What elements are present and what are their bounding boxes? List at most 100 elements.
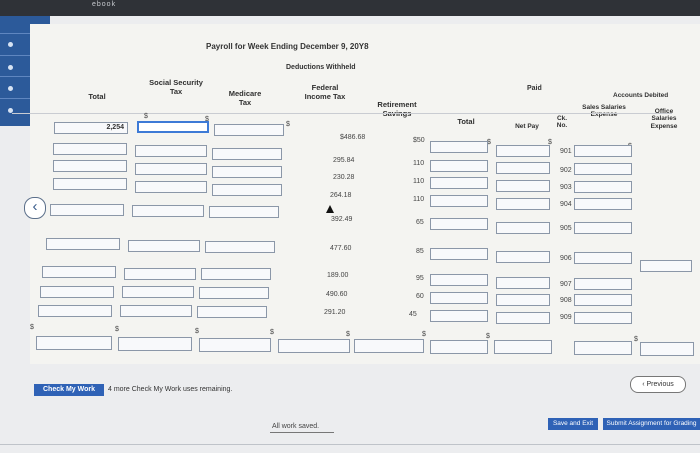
sales-salaries-input[interactable]: [574, 252, 632, 264]
federal-income-tax-header: Federal Income Tax: [304, 83, 346, 101]
medicare-input[interactable]: [212, 148, 282, 160]
retirement-value: 110: [413, 178, 425, 185]
total-header: Total: [88, 92, 106, 101]
retirement-value: 45: [409, 311, 417, 318]
deductions-total-input[interactable]: [430, 177, 488, 189]
accounts-debited-label: Accounts Debited: [613, 92, 669, 99]
medicare-header: Medicare Tax: [228, 89, 262, 107]
total-input[interactable]: [38, 305, 112, 317]
deductions-total-input[interactable]: [430, 160, 488, 172]
medicare-input[interactable]: [212, 184, 282, 196]
social-security-input[interactable]: [135, 181, 207, 193]
retirement-value: 60: [416, 293, 424, 300]
medicare-input[interactable]: [214, 124, 284, 136]
net-pay-header: Net Pay: [515, 123, 539, 130]
deductions-total-input[interactable]: [430, 292, 488, 304]
retirement-value: 65: [416, 219, 424, 226]
social-security-input[interactable]: [137, 121, 209, 133]
total-input[interactable]: [42, 266, 116, 278]
sales-salaries-input[interactable]: [574, 294, 632, 306]
deductions-total-input[interactable]: [430, 141, 488, 153]
social-security-input[interactable]: [128, 240, 200, 252]
deductions-total-input[interactable]: [430, 195, 488, 207]
federal-tax-value: $486.68: [340, 134, 366, 141]
medicare-input[interactable]: [205, 241, 275, 253]
total-input[interactable]: [53, 143, 127, 155]
federal-tax-value: 392.49: [331, 216, 353, 223]
social-security-sum-input[interactable]: [118, 337, 192, 351]
rail-item-icon[interactable]: [8, 65, 13, 70]
office-salaries-expense-header: Office Salaries Expense: [650, 108, 678, 130]
medicare-input[interactable]: [212, 166, 282, 178]
net-pay-input[interactable]: [496, 277, 550, 289]
total-input[interactable]: [40, 286, 114, 298]
net-pay-input[interactable]: [496, 198, 550, 210]
social-security-input[interactable]: [122, 286, 194, 298]
check-number: 903: [560, 184, 572, 191]
medicare-input[interactable]: [197, 306, 267, 318]
social-security-input[interactable]: [120, 305, 192, 317]
dollar-sign: $: [115, 326, 119, 333]
total-input[interactable]: [53, 160, 127, 172]
check-number: 909: [560, 314, 572, 321]
office-salaries-input[interactable]: [640, 260, 692, 272]
net-pay-input[interactable]: [496, 251, 550, 263]
social-security-input[interactable]: [135, 145, 207, 157]
sales-salaries-input[interactable]: [574, 222, 632, 234]
retirement-sum-input[interactable]: [354, 339, 424, 353]
chevron-left-icon[interactable]: ‹: [24, 197, 46, 219]
total-input[interactable]: [50, 204, 124, 216]
social-security-input[interactable]: [135, 163, 207, 175]
dollar-sign: $: [634, 336, 638, 343]
net-pay-input[interactable]: [496, 312, 550, 324]
sales-salaries-input[interactable]: [574, 181, 632, 193]
social-security-input[interactable]: [132, 205, 204, 217]
total-input[interactable]: [53, 178, 127, 190]
net-pay-input[interactable]: [496, 162, 550, 174]
save-and-exit-button[interactable]: Save and Exit: [548, 418, 598, 430]
federal-tax-value: 291.20: [324, 309, 346, 316]
net-pay-input[interactable]: [496, 294, 550, 306]
sales-salaries-sum-input[interactable]: [574, 341, 632, 355]
social-security-header: Social Security Tax: [149, 78, 203, 96]
dollar-sign: $: [270, 329, 274, 336]
deductions-total-input[interactable]: [430, 218, 488, 230]
federal-tax-value: 264.18: [330, 192, 352, 199]
rail-item-icon[interactable]: [8, 86, 13, 91]
net-pay-input[interactable]: [496, 180, 550, 192]
deductions-total-input[interactable]: [430, 274, 488, 286]
deductions-total-input[interactable]: [430, 248, 488, 260]
net-pay-input[interactable]: [496, 222, 550, 234]
social-security-input[interactable]: [124, 268, 196, 280]
dollar-sign: $: [486, 333, 490, 340]
rail-item-icon[interactable]: [8, 42, 13, 47]
previous-button[interactable]: ‹ Previous: [630, 376, 686, 393]
federal-tax-value: 189.00: [327, 272, 349, 279]
net-pay-sum-input[interactable]: [494, 340, 552, 354]
medicare-sum-input[interactable]: [199, 338, 271, 352]
net-pay-input[interactable]: [496, 145, 550, 157]
submit-assignment-button[interactable]: Submit Assignment for Grading: [603, 418, 700, 430]
retirement-value: 110: [413, 160, 425, 167]
deductions-total-input[interactable]: [430, 310, 488, 322]
federal-tax-sum-input[interactable]: [278, 339, 350, 353]
dollar-sign: $: [286, 121, 290, 128]
sales-salaries-input[interactable]: [574, 163, 632, 175]
office-salaries-sum-input[interactable]: [640, 342, 694, 356]
medicare-input[interactable]: [209, 206, 279, 218]
sales-salaries-input[interactable]: [574, 198, 632, 210]
medicare-input[interactable]: [201, 268, 271, 280]
total-input[interactable]: [46, 238, 120, 250]
deductions-total-sum-input[interactable]: [430, 340, 488, 354]
previous-label: Previous: [646, 381, 674, 388]
sales-salaries-input[interactable]: [574, 278, 632, 290]
sales-salaries-input[interactable]: [574, 312, 632, 324]
sales-salaries-input[interactable]: [574, 145, 632, 157]
medicare-input[interactable]: [199, 287, 269, 299]
check-number: 908: [560, 297, 572, 304]
all-work-saved-status: All work saved.: [272, 423, 320, 430]
check-my-work-button[interactable]: Check My Work: [34, 384, 104, 396]
total-sum-input[interactable]: [36, 336, 112, 350]
header-divider: [12, 113, 672, 114]
federal-tax-value: 230.28: [333, 174, 355, 181]
